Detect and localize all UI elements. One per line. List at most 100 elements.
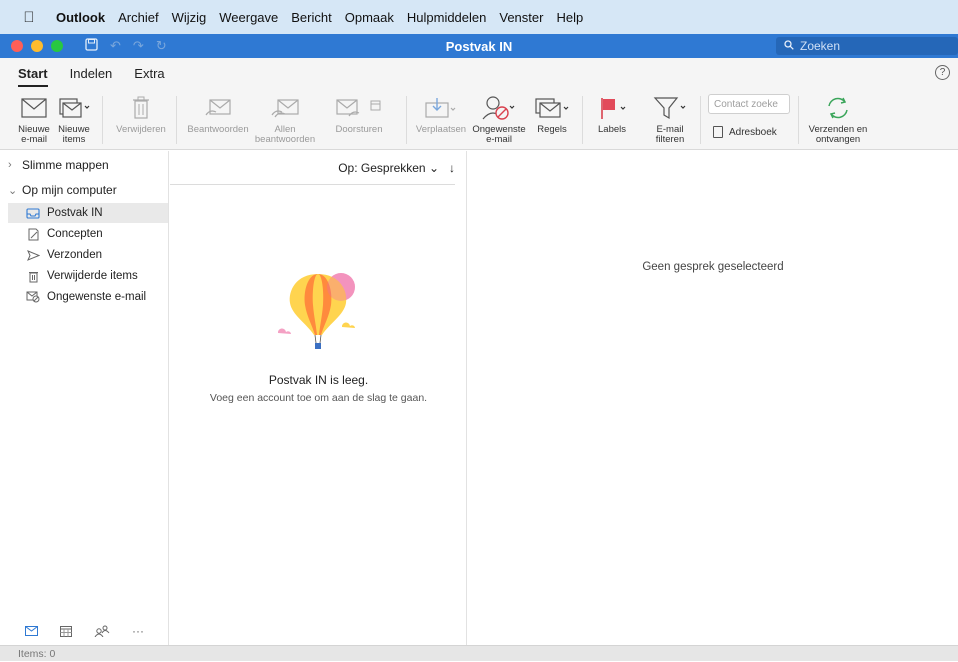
more-icon[interactable]: ··· <box>132 624 144 638</box>
rules-label: Regels <box>537 124 567 135</box>
filter-email-button[interactable]: E-mail filteren <box>644 94 696 145</box>
trash-icon <box>112 94 170 122</box>
junk-label: Ongewenste e-mail <box>472 124 526 145</box>
people-icon[interactable] <box>94 625 110 637</box>
sort-label: Op: Gesprekken <box>338 160 426 175</box>
status-bar: Items: 0 <box>0 645 958 661</box>
move-folder-icon <box>414 94 468 122</box>
sort-direction-icon[interactable]: ↓ <box>449 161 455 175</box>
rules-button[interactable]: Regels <box>530 94 574 135</box>
save-icon[interactable] <box>85 38 98 54</box>
menu-help[interactable]: Help <box>556 10 583 25</box>
delete-button[interactable]: Verwijderen <box>112 94 170 135</box>
search-icon <box>784 39 794 53</box>
quick-access-toolbar: ↶ ↷ ↻ <box>85 38 179 54</box>
close-window-button[interactable] <box>11 40 23 52</box>
chevron-down-icon: ⌄ <box>8 184 18 197</box>
inbox-icon <box>26 207 40 219</box>
ribbon-separator <box>102 96 103 144</box>
junk-icon <box>470 94 528 122</box>
new-items-button[interactable]: Nieuwe items <box>54 94 94 145</box>
ribbon-separator <box>798 96 799 144</box>
menu-archief[interactable]: Archief <box>118 10 158 25</box>
envelope-icon <box>14 94 54 122</box>
folder-verzonden[interactable]: Verzonden <box>8 245 168 265</box>
folder-concepten[interactable]: Concepten <box>8 224 168 244</box>
empty-inbox-title: Postvak IN is leeg. <box>268 373 369 387</box>
new-items-icon <box>54 94 94 122</box>
sort-dropdown[interactable]: Op: Gesprekken ⌄ <box>338 161 439 175</box>
junk-icon <box>26 291 40 303</box>
zoom-window-button[interactable] <box>51 40 63 52</box>
folder-ongewenste-email[interactable]: Ongewenste e-mail <box>8 287 168 307</box>
address-book-button[interactable]: Adresboek <box>713 126 777 138</box>
send-receive-icon <box>806 94 870 122</box>
undo-icon[interactable]: ↶ <box>110 38 121 54</box>
forward-button[interactable]: Doorsturen <box>320 94 398 135</box>
menu-weergave[interactable]: Weergave <box>219 10 278 25</box>
new-email-label: Nieuwe e-mail <box>18 124 50 145</box>
window-controls <box>11 40 71 52</box>
message-list-pane: Op: Gesprekken ⌄ ↓ Postvak IN is leeg. V… <box>170 151 467 645</box>
trash-icon <box>26 270 40 283</box>
reply-all-button[interactable]: Allen beantwoorden <box>252 94 318 145</box>
sync-icon[interactable]: ↻ <box>156 38 167 54</box>
mail-icon[interactable] <box>25 626 38 636</box>
new-email-button[interactable]: Nieuwe e-mail <box>14 94 54 145</box>
tab-start[interactable]: Start <box>18 62 48 87</box>
junk-email-button[interactable]: Ongewenste e-mail <box>470 94 528 145</box>
labels-label: Labels <box>598 124 626 135</box>
ribbon-toolbar: Nieuwe e-mail Nieuwe items Verwijderen B… <box>0 88 958 150</box>
empty-inbox-subtitle: Voeg een account toe om aan de slag te g… <box>209 392 428 404</box>
folder-verwijderde-items[interactable]: Verwijderde items <box>8 266 168 286</box>
tab-extra[interactable]: Extra <box>134 62 164 85</box>
forward-icon <box>320 94 398 122</box>
chevron-down-icon: ⌄ <box>428 160 439 175</box>
drafts-icon <box>26 228 40 241</box>
sort-bar: Op: Gesprekken ⌄ ↓ <box>170 151 455 185</box>
reply-button[interactable]: Beantwoorden <box>186 94 250 135</box>
ribbon-separator <box>700 96 701 144</box>
ribbon-separator <box>406 96 407 144</box>
forward-label: Doorsturen <box>335 124 383 135</box>
tab-indelen[interactable]: Indelen <box>70 62 113 85</box>
contact-search-input[interactable]: Contact zoeke <box>708 94 790 114</box>
folder-postvak-in[interactable]: Postvak IN <box>8 203 168 223</box>
help-icon[interactable]: ? <box>935 65 950 80</box>
sent-icon <box>26 249 40 261</box>
reply-all-icon <box>252 94 318 122</box>
labels-button[interactable]: Labels <box>592 94 632 135</box>
new-items-label: Nieuwe items <box>58 124 90 145</box>
redo-icon[interactable]: ↷ <box>133 38 144 54</box>
search-placeholder: Zoeken <box>800 39 841 53</box>
move-button[interactable]: Verplaatsen <box>414 94 468 135</box>
ribbon-tabs: Start Indelen Extra ? <box>0 58 958 88</box>
menu-wijzig[interactable]: Wijzig <box>172 10 207 25</box>
group-op-mijn-computer[interactable]: ⌄ Op mijn computer <box>8 183 117 197</box>
filter-icon <box>644 94 696 122</box>
send-receive-button[interactable]: Verzenden en ontvangen <box>806 94 870 145</box>
folder-label: Postvak IN <box>47 207 103 219</box>
group-slimme-mappen[interactable]: › Slimme mappen <box>8 158 109 172</box>
menu-venster[interactable]: Venster <box>499 10 543 25</box>
apple-logo-icon[interactable]:  <box>18 9 40 26</box>
balloon-illustration <box>278 273 355 349</box>
group-label: Op mijn computer <box>22 183 117 197</box>
menu-hulpmiddelen[interactable]: Hulpmiddelen <box>407 10 487 25</box>
send-receive-label: Verzenden en ontvangen <box>808 124 868 145</box>
menu-bericht[interactable]: Bericht <box>291 10 331 25</box>
reading-pane: Geen gesprek geselecteerd <box>468 151 958 645</box>
minimize-window-button[interactable] <box>31 40 43 52</box>
chevron-right-icon: › <box>8 159 12 171</box>
address-book-icon <box>713 126 723 138</box>
delete-label: Verwijderen <box>116 124 166 135</box>
search-input[interactable]: Zoeken <box>776 37 958 55</box>
calendar-icon[interactable] <box>60 625 72 637</box>
group-label: Slimme mappen <box>22 158 109 172</box>
ribbon-separator <box>176 96 177 144</box>
menu-outlook[interactable]: Outlook <box>56 10 105 25</box>
module-switcher: ··· <box>0 617 168 645</box>
menu-opmaak[interactable]: Opmaak <box>345 10 394 25</box>
no-conversation-text: Geen gesprek geselecteerd <box>642 261 784 273</box>
folder-sidebar: › Slimme mappen ⌄ Op mijn computer Postv… <box>0 151 169 645</box>
